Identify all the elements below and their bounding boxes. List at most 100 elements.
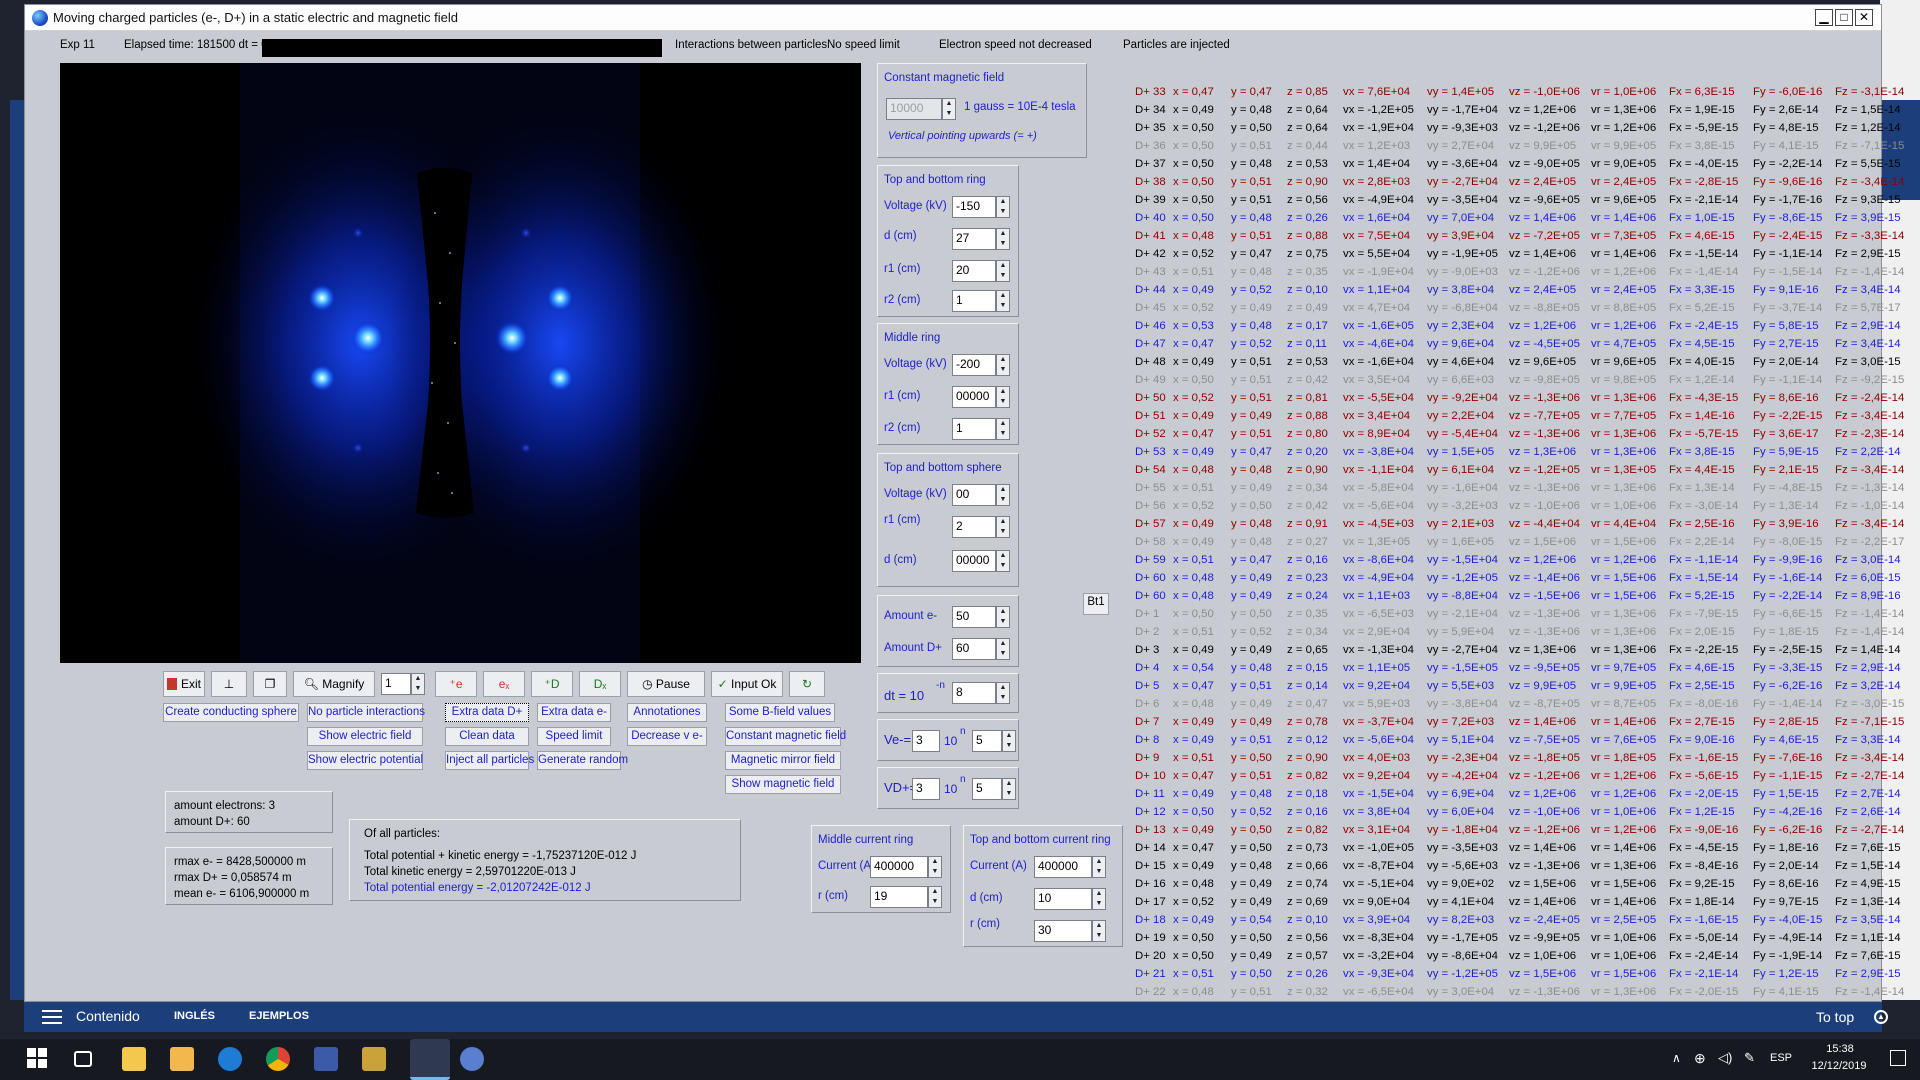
chevron-up-icon[interactable]: ∧	[1672, 1051, 1681, 1065]
extra-data-dplus-button[interactable]: Extra data D+	[445, 703, 529, 722]
simulation-task-icon[interactable]	[410, 1039, 450, 1080]
mring-voltage-spinner[interactable]: -200 ▲ ▼	[952, 354, 1012, 376]
show-electric-potential-button[interactable]: Show electric potential	[307, 751, 423, 770]
input-ok-button[interactable]: ✓ Input Ok	[711, 671, 783, 697]
add-electron-button[interactable]: ⁺e	[435, 671, 477, 697]
tbcur-r-arrows[interactable]: ▲ ▼	[1092, 920, 1106, 942]
axes-button[interactable]: ⊥	[211, 671, 247, 697]
tbcur-d-input[interactable]: 10	[1034, 888, 1092, 910]
ve-exp-input[interactable]: 5	[972, 730, 1002, 752]
show-electric-field-button[interactable]: Show electric field	[307, 727, 423, 746]
amount-d-spinner[interactable]: 60 ▲ ▼	[952, 638, 1012, 660]
sphere-voltage-spinner[interactable]: 00 ▲ ▼	[952, 484, 1012, 506]
magnify-button[interactable]: 🔍︎ Magnify	[293, 671, 375, 697]
mring-r1-spinner[interactable]: 00000 ▲ ▼	[952, 386, 1012, 408]
ve-mant-spinner[interactable]: 3	[912, 730, 940, 752]
magnetic-input[interactable]: 10000	[886, 98, 942, 120]
tbcur-r-input[interactable]: 30	[1034, 920, 1092, 942]
amount-d-arrows[interactable]: ▲ ▼	[996, 638, 1010, 660]
mring-r2-input[interactable]: 1	[952, 418, 996, 440]
tbcur-current-arrows[interactable]: ▲ ▼	[1092, 856, 1106, 878]
magnify-arrows[interactable]: ▲ ▼	[411, 673, 425, 695]
vd-mant-input[interactable]: 3	[912, 778, 940, 800]
ejemplos-link[interactable]: EJEMPLOS	[249, 1010, 309, 1022]
refresh-button[interactable]: ↻	[789, 671, 825, 697]
vd-exp-arrows[interactable]: ▲ ▼	[1002, 778, 1016, 800]
ve-exp-spinner[interactable]: 5 ▲ ▼	[972, 730, 1016, 752]
clock-time[interactable]: 15:38	[1812, 1043, 1868, 1055]
sphere-d-input[interactable]: 00000	[952, 550, 996, 572]
task-view-icon[interactable]	[74, 1051, 92, 1067]
sphere-d-arrows[interactable]: ▲ ▼	[996, 550, 1010, 572]
magnetic-arrows[interactable]: ▲ ▼	[942, 98, 956, 120]
app-icon-outlook[interactable]	[314, 1047, 338, 1071]
arrow-up-icon[interactable]: ▲	[1874, 1010, 1888, 1024]
ingles-link[interactable]: INGLÉS	[174, 1010, 215, 1022]
sphere-voltage-input[interactable]: 00	[952, 484, 996, 506]
sphere-r1-arrows[interactable]: ▲ ▼	[996, 516, 1010, 538]
generate-random-button[interactable]: Generate random	[537, 751, 628, 770]
file-explorer-icon[interactable]	[122, 1047, 146, 1071]
bt1-button[interactable]: Bt1	[1083, 593, 1109, 615]
maximize-button[interactable]: □	[1835, 9, 1853, 26]
vd-exp-spinner[interactable]: 5 ▲ ▼	[972, 778, 1016, 800]
amount-e-arrows[interactable]: ▲ ▼	[996, 606, 1010, 628]
tbring-r1-spinner[interactable]: 20 ▲ ▼	[952, 260, 1012, 282]
mcur-current-arrows[interactable]: ▲ ▼	[928, 856, 942, 878]
windows-start-icon[interactable]	[26, 1047, 50, 1071]
tbring-d-spinner[interactable]: 27 ▲ ▼	[952, 228, 1012, 250]
inject-all-button[interactable]: Inject all particles	[445, 751, 534, 770]
decrease-v-button[interactable]: Decrease v e-	[627, 727, 707, 746]
sphere-r1-spinner[interactable]: 2 ▲ ▼	[952, 516, 1012, 538]
tbring-voltage-arrows[interactable]: ▲ ▼	[996, 196, 1010, 218]
magnetic-spinner[interactable]: 10000 ▲ ▼	[886, 98, 956, 120]
sphere-voltage-arrows[interactable]: ▲ ▼	[996, 484, 1010, 506]
clean-data-button[interactable]: Clean data	[445, 727, 529, 746]
remove-deuteron-button[interactable]: Dₓ	[579, 671, 621, 697]
contenido-link[interactable]: Contenido	[76, 1008, 140, 1024]
annotations-button[interactable]: Annotationes	[627, 703, 707, 722]
tbring-d-arrows[interactable]: ▲ ▼	[996, 228, 1010, 250]
vd-exp-input[interactable]: 5	[972, 778, 1002, 800]
dt-input[interactable]: 8	[952, 682, 996, 704]
tbring-r1-arrows[interactable]: ▲ ▼	[996, 260, 1010, 282]
pause-button[interactable]: ◷ Pause	[627, 671, 705, 697]
amount-d-input[interactable]: 60	[952, 638, 996, 660]
tbcur-d-spinner[interactable]: 10 ▲ ▼	[1034, 888, 1108, 910]
clock-date[interactable]: 12/12/2019	[1806, 1060, 1872, 1072]
mcur-r-spinner[interactable]: 19 ▲ ▼	[870, 886, 944, 908]
app-icon-bank[interactable]	[362, 1047, 386, 1071]
pen-icon[interactable]: ✎	[1744, 1050, 1755, 1066]
folder-icon[interactable]	[170, 1047, 194, 1071]
magnify-spinner[interactable]: 1 ▲ ▼	[381, 673, 425, 695]
create-sphere-button[interactable]: Create conducting sphere	[163, 703, 299, 722]
tbring-r2-spinner[interactable]: 1 ▲ ▼	[952, 290, 1012, 312]
tbcur-d-arrows[interactable]: ▲ ▼	[1092, 888, 1106, 910]
close-button[interactable]: ✕	[1855, 9, 1873, 26]
speed-limit-button[interactable]: Speed limit	[537, 727, 611, 746]
amount-e-spinner[interactable]: 50 ▲ ▼	[952, 606, 1012, 628]
mring-r2-spinner[interactable]: 1 ▲ ▼	[952, 418, 1012, 440]
sphere-d-spinner[interactable]: 00000 ▲ ▼	[952, 550, 1012, 572]
to-top-link[interactable]: To top	[1816, 1009, 1854, 1025]
simulation-canvas[interactable]	[60, 63, 861, 663]
tbring-r2-input[interactable]: 1	[952, 290, 996, 312]
ve-exp-arrows[interactable]: ▲ ▼	[1002, 730, 1016, 752]
tbring-d-input[interactable]: 27	[952, 228, 996, 250]
tbcur-current-spinner[interactable]: 400000 ▲ ▼	[1034, 856, 1108, 878]
mcur-r-input[interactable]: 19	[870, 886, 928, 908]
magnetic-mirror-button[interactable]: Magnetic mirror field	[725, 751, 841, 770]
copy-button[interactable]: ❐	[253, 671, 287, 697]
amount-e-input[interactable]: 50	[952, 606, 996, 628]
mring-r1-arrows[interactable]: ▲ ▼	[996, 386, 1010, 408]
tbring-voltage-input[interactable]: -150	[952, 196, 996, 218]
language-indicator[interactable]: ESP	[1770, 1052, 1792, 1064]
no-interactions-button[interactable]: No particle interactions	[307, 703, 425, 722]
mring-r2-arrows[interactable]: ▲ ▼	[996, 418, 1010, 440]
constant-magnetic-field-button[interactable]: Constant magnetic field	[725, 727, 846, 746]
mcur-current-input[interactable]: 400000	[870, 856, 928, 878]
title-bar[interactable]: Moving charged particles (e-, D+) in a s…	[25, 5, 1881, 31]
vd-mant-spinner[interactable]: 3	[912, 778, 940, 800]
add-deuteron-button[interactable]: ⁺D	[531, 671, 573, 697]
edge-icon[interactable]	[218, 1047, 242, 1071]
